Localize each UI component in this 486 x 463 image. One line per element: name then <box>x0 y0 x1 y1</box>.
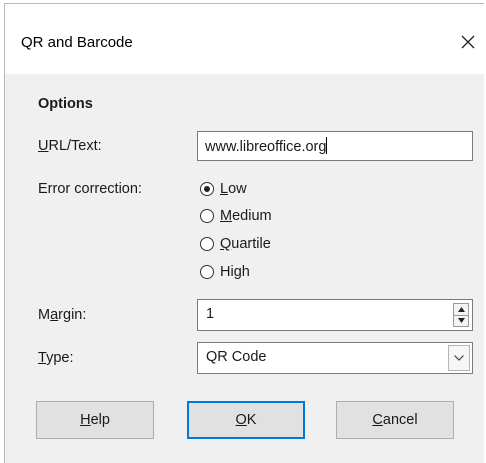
radio-quartile[interactable]: Quartile <box>200 234 271 254</box>
dialog-title: QR and Barcode <box>21 34 133 51</box>
radio-low-label: Low <box>220 181 247 197</box>
radio-high[interactable]: High <box>200 262 250 282</box>
radio-high-label: High <box>220 264 250 280</box>
radio-button[interactable] <box>200 237 214 251</box>
type-label: Type: <box>38 350 74 366</box>
chevron-down-icon <box>454 355 464 361</box>
margin-value: 1 <box>206 306 215 322</box>
cancel-button[interactable]: Cancel <box>336 401 454 439</box>
radio-medium-label: Medium <box>220 208 272 224</box>
triangle-up-icon <box>457 306 465 312</box>
ok-button[interactable]: OK <box>187 401 305 439</box>
spin-down-button[interactable] <box>453 315 469 327</box>
type-selected-value: QR Code <box>206 349 267 365</box>
radio-button[interactable] <box>200 265 214 279</box>
url-label: URL/Text: <box>38 138 102 154</box>
radio-button-selected[interactable] <box>200 182 214 196</box>
qr-barcode-dialog: QR and Barcode Options URL/Text: www.lib… <box>4 3 484 463</box>
margin-spinbox[interactable]: 1 <box>197 299 473 331</box>
url-label-mnemonic: U <box>38 138 49 154</box>
radio-button[interactable] <box>200 209 214 223</box>
margin-label: Margin: <box>38 307 87 323</box>
help-button[interactable]: Help <box>36 401 154 439</box>
radio-low[interactable]: Low <box>200 179 247 199</box>
spin-arrows <box>453 303 469 327</box>
url-text-input[interactable]: www.libreoffice.org <box>197 131 473 161</box>
close-icon <box>461 35 475 49</box>
spin-up-button[interactable] <box>453 303 469 316</box>
error-correction-label: Error correction: <box>38 181 142 197</box>
type-select[interactable]: QR Code <box>197 342 473 374</box>
text-caret <box>326 137 328 154</box>
url-text-value: www.libreoffice.org <box>205 139 327 155</box>
radio-quartile-label: Quartile <box>220 236 271 252</box>
triangle-down-icon <box>457 318 465 324</box>
close-button[interactable] <box>454 28 482 56</box>
options-heading: Options <box>38 96 93 112</box>
title-bar: QR and Barcode <box>5 4 484 74</box>
dropdown-button[interactable] <box>448 345 470 371</box>
radio-medium[interactable]: Medium <box>200 206 272 226</box>
